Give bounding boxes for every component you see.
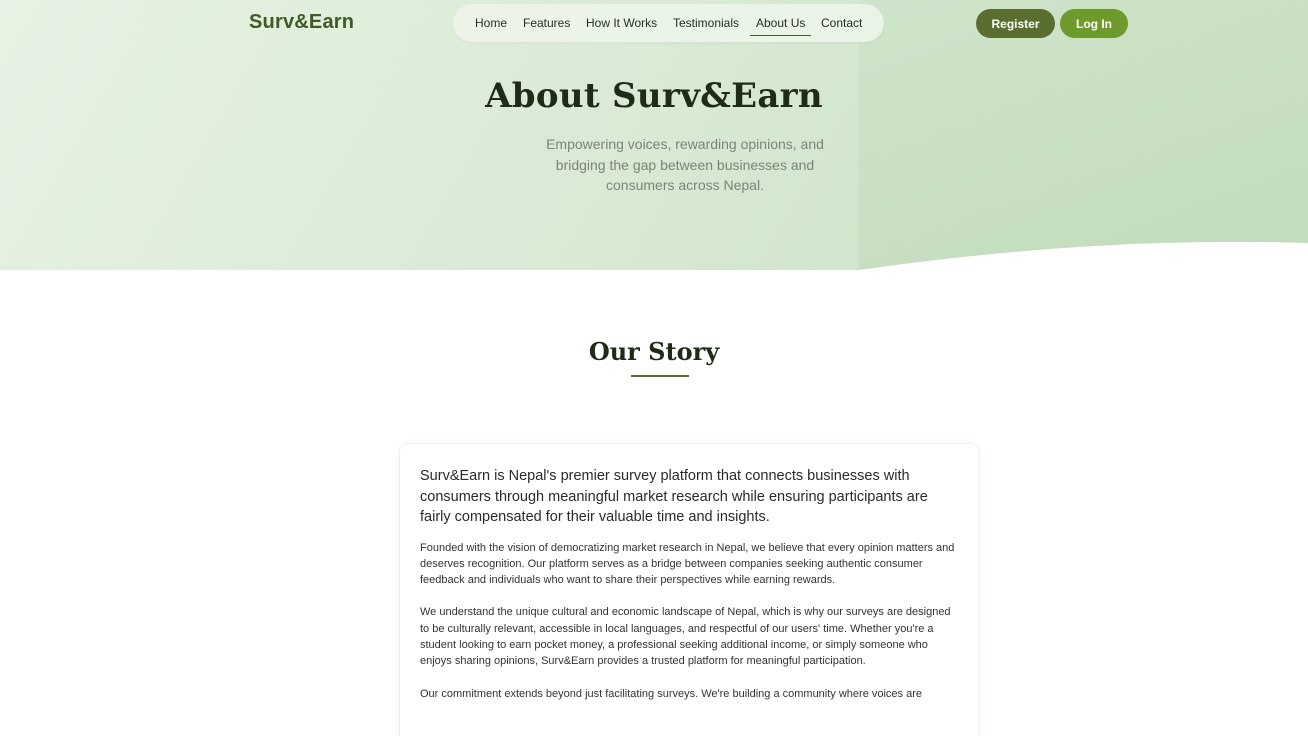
- page-title: About Surv&Earn: [485, 76, 823, 116]
- story-paragraph: Our commitment extends beyond just facil…: [420, 687, 923, 700]
- nav-testimonials[interactable]: Testimonials: [673, 16, 739, 30]
- login-button[interactable]: Log In: [1060, 9, 1128, 38]
- story-lead-text: Surv&Earn is Nepal's premier survey plat…: [420, 468, 928, 525]
- nav-about-us[interactable]: About Us: [749, 16, 812, 36]
- story-card: Surv&Earn is Nepal's premier survey plat…: [399, 443, 979, 736]
- section-title-our-story: Our Story: [588, 337, 720, 366]
- nav-home[interactable]: Home: [475, 16, 507, 30]
- story-paragraph: Founded with the vision of democratizing…: [420, 541, 955, 587]
- brand-logo[interactable]: Surv&Earn: [249, 11, 354, 34]
- section-title-underline: [631, 375, 689, 377]
- nav-how-it-works[interactable]: How It Works: [586, 16, 657, 30]
- nav-features[interactable]: Features: [523, 16, 570, 30]
- story-paragraph: We understand the unique cultural and ec…: [420, 606, 951, 668]
- nav-contact[interactable]: Contact: [821, 16, 862, 30]
- register-button[interactable]: Register: [976, 9, 1055, 38]
- hero-subtitle: Empowering voices, rewarding opinions, a…: [546, 136, 824, 193]
- main-nav: [453, 4, 884, 42]
- hero-section: Surv&Earn Home Features How It Works Tes…: [0, 0, 1308, 270]
